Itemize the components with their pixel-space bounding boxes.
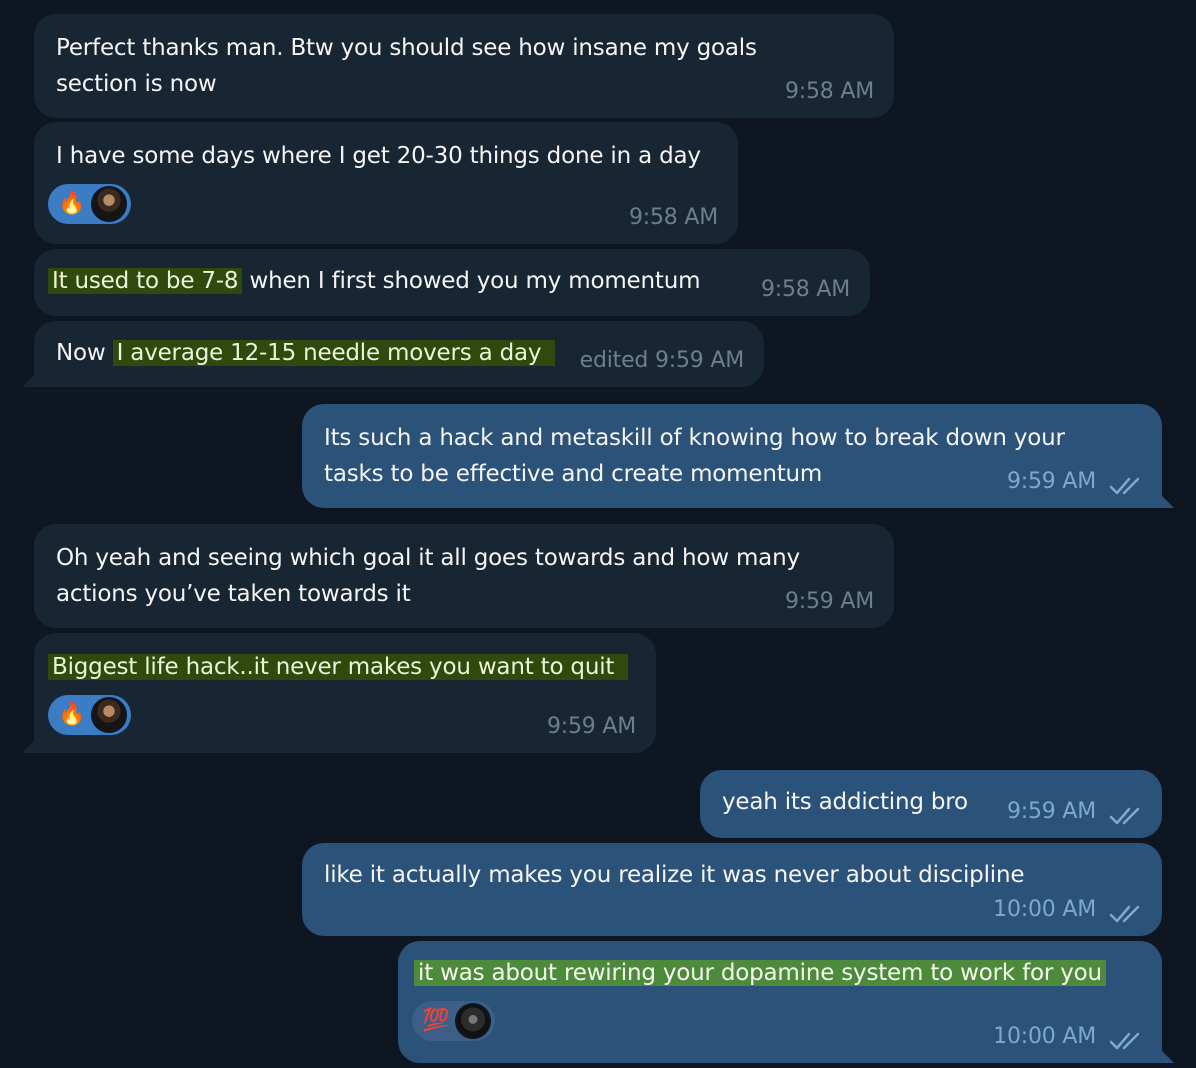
message-bubble-outgoing[interactable]: Its such a hack and metaskill of knowing… bbox=[302, 404, 1174, 508]
message-text-rest: when I first showed you my momentum bbox=[242, 268, 701, 294]
message-time: 9:59 AM bbox=[1006, 799, 1096, 824]
message-bubble-incoming[interactable]: Now I average 12-15 needle movers a day … bbox=[22, 321, 764, 387]
message-time: 9:59 AM bbox=[1006, 469, 1096, 494]
double-check-icon bbox=[1109, 477, 1140, 495]
message-bubble-incoming[interactable]: I have some days where I get 20-30 thing… bbox=[34, 122, 738, 244]
message-text: Its such a hack and metaskill of knowing… bbox=[324, 425, 1065, 487]
fire-icon: 🔥 bbox=[58, 191, 86, 216]
avatar bbox=[91, 186, 128, 222]
message-text: it was about rewiring your dopamine syst… bbox=[414, 955, 1140, 991]
message-time-edited: edited 9:59 AM bbox=[579, 348, 745, 373]
avatar bbox=[455, 1003, 492, 1039]
double-check-icon bbox=[1109, 807, 1140, 825]
message-time: 9:58 AM bbox=[628, 205, 718, 230]
message-text-prefix: Now bbox=[56, 340, 113, 366]
message-time: 9:59 AM bbox=[784, 589, 874, 614]
message-bubble-outgoing[interactable]: it was about rewiring your dopamine syst… bbox=[398, 941, 1174, 1063]
avatar bbox=[91, 697, 128, 733]
reaction-badge[interactable]: 🔥 bbox=[48, 184, 132, 224]
message-bubble-outgoing[interactable]: like it actually makes you realize it wa… bbox=[302, 843, 1162, 936]
message-time: 9:58 AM bbox=[760, 277, 850, 302]
highlighted-text: I average 12-15 needle movers a day bbox=[112, 340, 556, 366]
message-text: I have some days where I get 20-30 thing… bbox=[56, 143, 701, 169]
highlighted-text: It used to be 7-8 bbox=[48, 268, 243, 294]
message-time: 10:00 AM bbox=[993, 897, 1096, 922]
reaction-badge[interactable]: 🔥 bbox=[48, 695, 132, 735]
message-bubble-incoming[interactable]: Oh yeah and seeing which goal it all goe… bbox=[34, 524, 894, 628]
message-bubble-incoming[interactable]: It used to be 7-8 when I first showed yo… bbox=[34, 249, 870, 316]
message-text: It used to be 7-8 when I first showed yo… bbox=[48, 263, 848, 299]
hundred-points-icon: 💯 bbox=[422, 1008, 450, 1033]
message-text: like it actually makes you realize it wa… bbox=[324, 862, 1025, 888]
fire-icon: 🔥 bbox=[58, 702, 86, 727]
message-bubble-incoming[interactable]: Perfect thanks man. Btw you should see h… bbox=[34, 14, 894, 118]
reaction-badge[interactable]: 💯 bbox=[412, 1001, 496, 1041]
message-bubble-outgoing[interactable]: yeah its addicting bro 9:59 AM bbox=[700, 770, 1162, 838]
message-text: Oh yeah and seeing which goal it all goe… bbox=[56, 545, 800, 607]
message-time: 9:58 AM bbox=[784, 79, 874, 104]
message-bubble-incoming[interactable]: Biggest life hack..it never makes you wa… bbox=[22, 633, 656, 753]
double-check-icon bbox=[1109, 1032, 1140, 1050]
message-text: Perfect thanks man. Btw you should see h… bbox=[56, 35, 757, 97]
message-text: Biggest life hack..it never makes you wa… bbox=[48, 649, 634, 685]
message-time: 9:59 AM bbox=[546, 714, 636, 739]
highlighted-text: Biggest life hack..it never makes you wa… bbox=[48, 654, 629, 680]
double-check-icon bbox=[1109, 905, 1140, 923]
highlighted-text: it was about rewiring your dopamine syst… bbox=[414, 960, 1106, 986]
message-time: 10:00 AM bbox=[993, 1024, 1096, 1049]
